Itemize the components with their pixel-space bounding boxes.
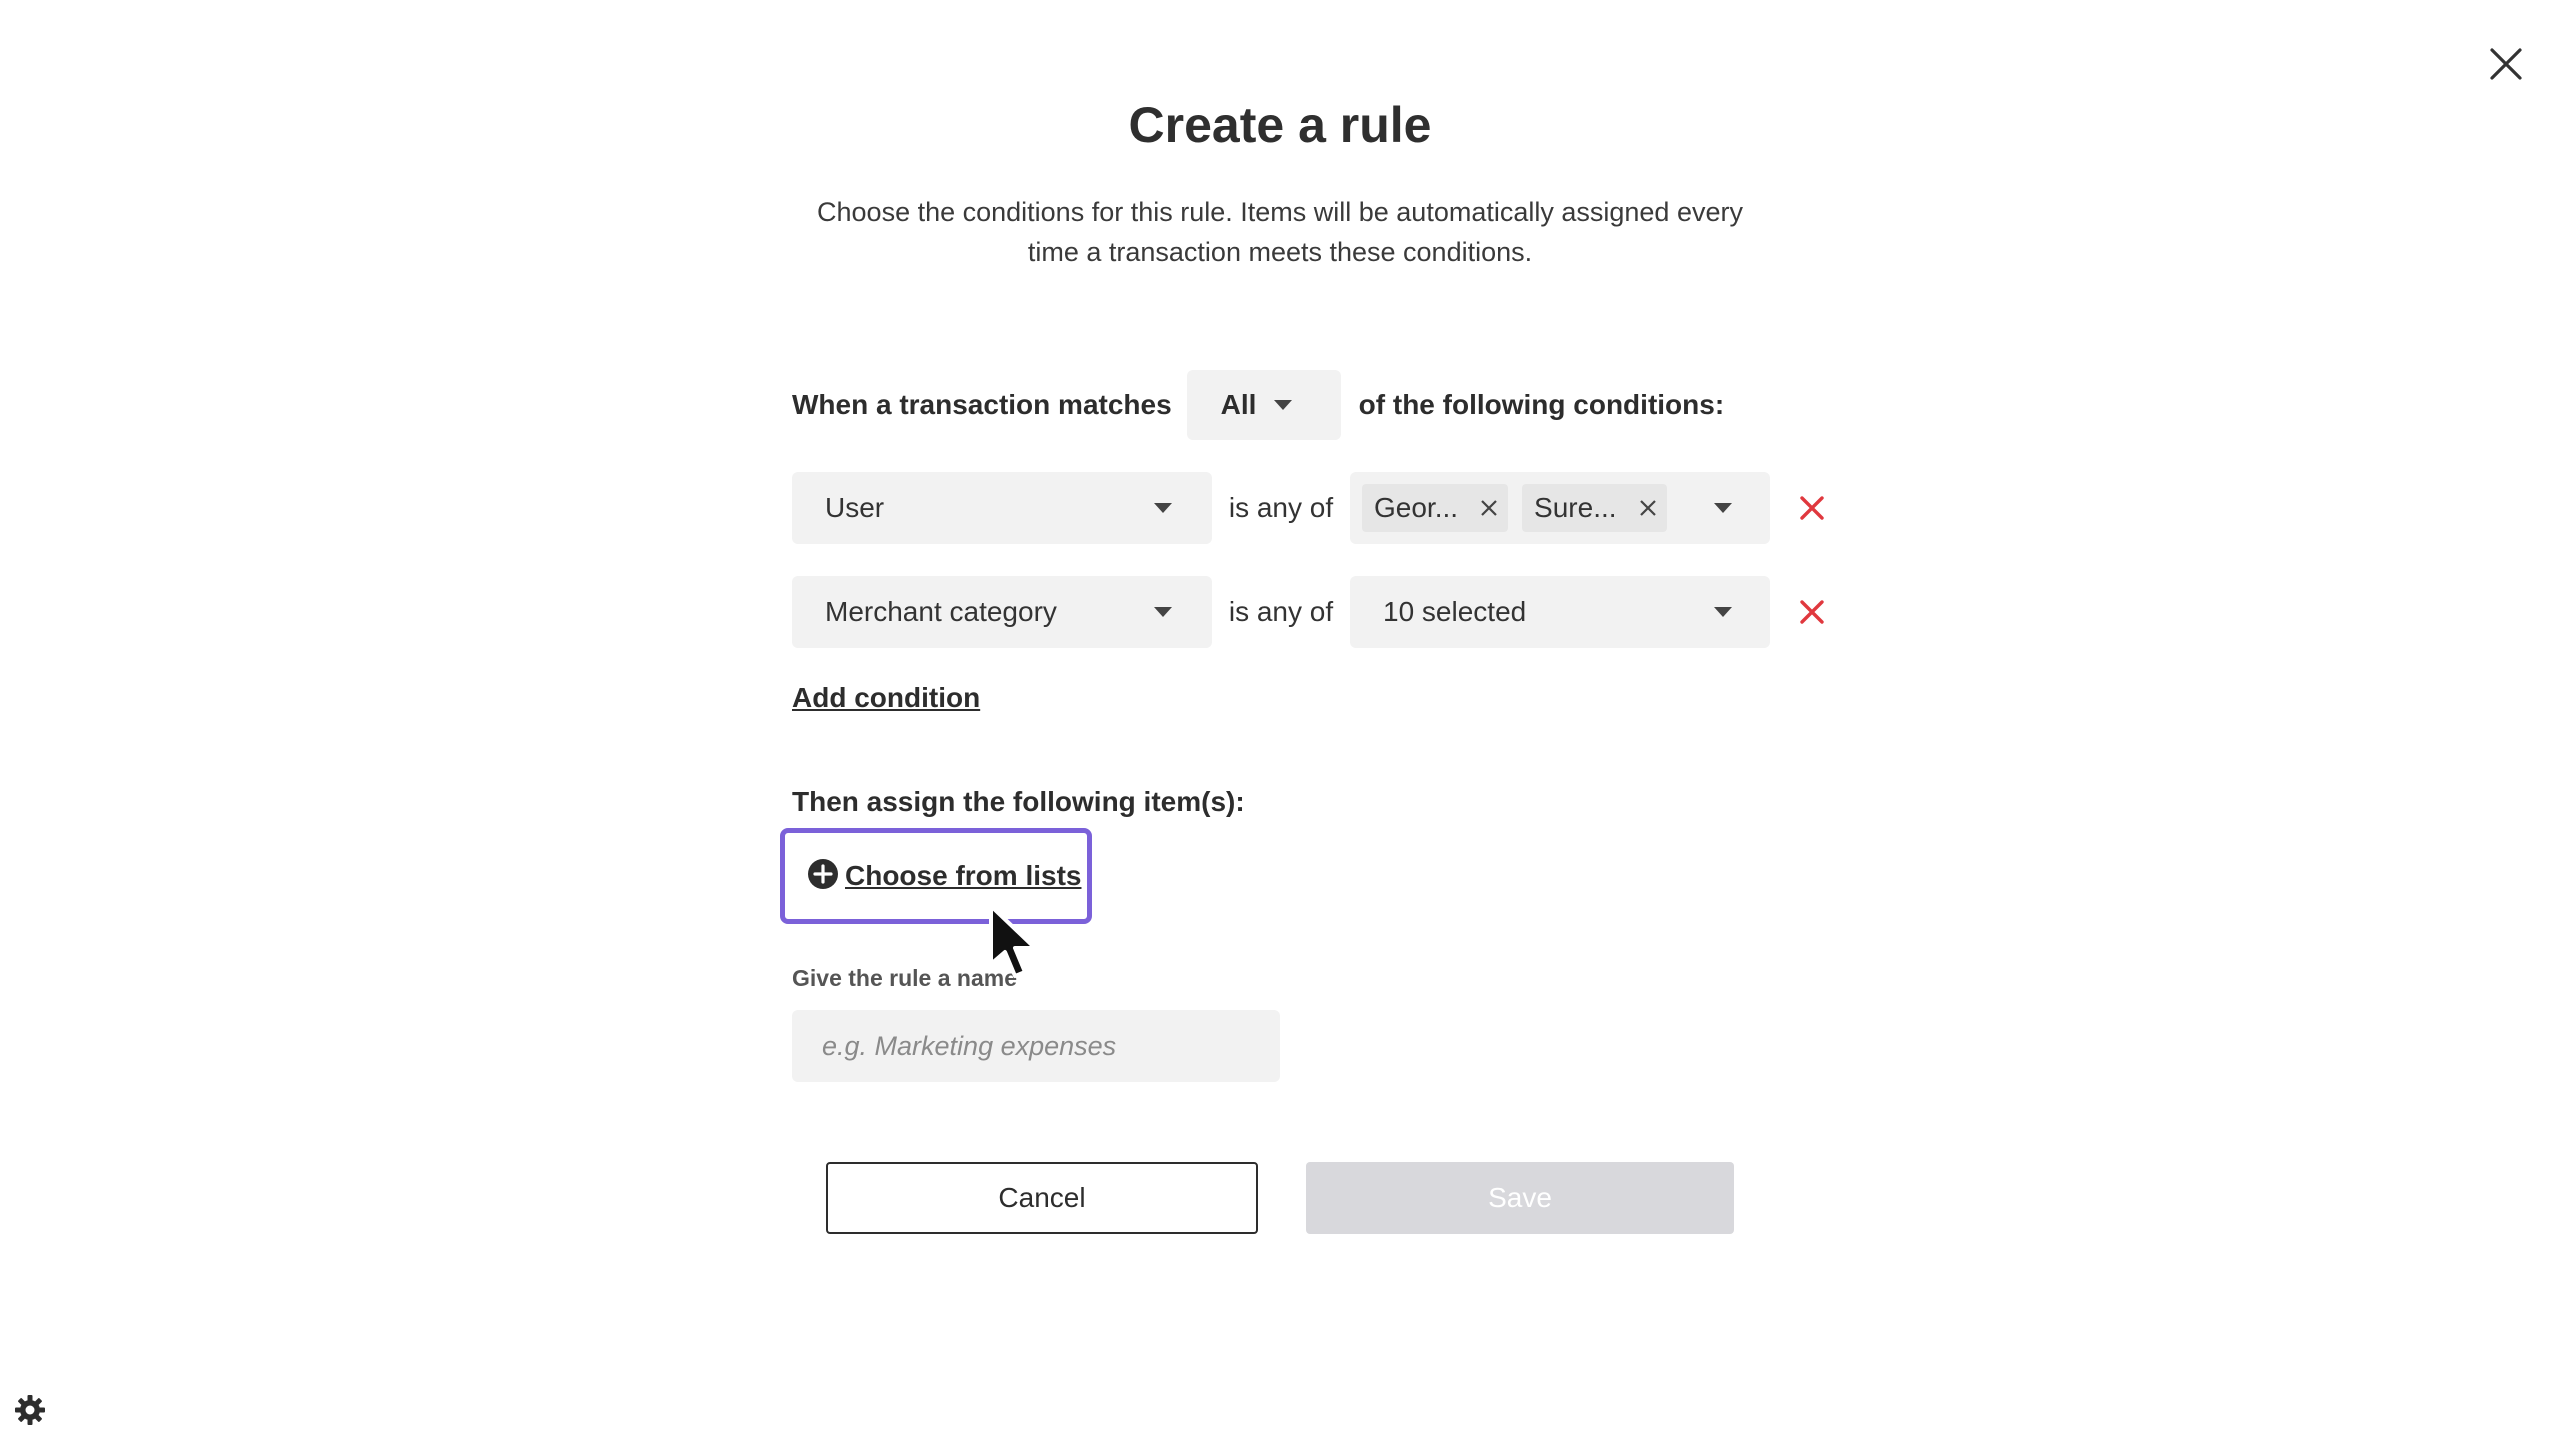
- save-button[interactable]: Save: [1306, 1162, 1734, 1234]
- selected-chip: Geor...: [1362, 484, 1509, 532]
- condition-field-select[interactable]: Merchant category: [792, 576, 1212, 648]
- gear-icon[interactable]: [14, 1394, 46, 1426]
- create-rule-dialog: Create a rule Choose the conditions for …: [0, 0, 2560, 1440]
- condition-value-select[interactable]: 10 selected: [1350, 576, 1770, 648]
- chip-remove-icon[interactable]: [1639, 499, 1657, 517]
- chevron-down-icon: [1714, 503, 1732, 513]
- dialog-title: Create a rule: [1128, 97, 1432, 153]
- chip-label: Geor...: [1374, 492, 1459, 523]
- chevron-down-icon: [1714, 607, 1732, 617]
- condition-field-value: Merchant category: [825, 596, 1057, 627]
- choose-from-lists-button[interactable]: Choose from lists: [780, 828, 1092, 924]
- chevron-down-icon: [1154, 607, 1172, 617]
- close-icon[interactable]: [2478, 36, 2534, 92]
- cancel-button[interactable]: Cancel: [826, 1162, 1258, 1234]
- plus-circle-icon: [807, 858, 839, 895]
- add-condition-link[interactable]: Add condition: [792, 682, 980, 714]
- rule-name-label: Give the rule a name: [792, 965, 1017, 991]
- rule-name-input[interactable]: [792, 1010, 1280, 1082]
- chip-remove-icon[interactable]: [1480, 499, 1498, 517]
- dialog-subtitle: Choose the conditions for this rule. Ite…: [780, 192, 1780, 272]
- subtitle-line-1: Choose the conditions for this rule. Ite…: [817, 197, 1743, 227]
- chevron-down-icon: [1154, 503, 1172, 513]
- condition-operator: is any of: [1228, 596, 1334, 627]
- condition-row: User is any of Geor... Sure...: [792, 472, 1832, 544]
- chevron-down-icon: [1274, 400, 1293, 410]
- condition-operator: is any of: [1228, 492, 1334, 523]
- match-row: When a transaction matches All of the fo…: [792, 370, 1724, 440]
- condition-row: Merchant category is any of 10 selected: [792, 576, 1832, 648]
- remove-condition-icon[interactable]: [1792, 592, 1832, 632]
- remove-condition-icon[interactable]: [1792, 488, 1832, 528]
- match-mode-value: All: [1220, 389, 1257, 420]
- condition-value-select[interactable]: Geor... Sure...: [1350, 472, 1770, 544]
- match-suffix: of the following conditions:: [1358, 389, 1725, 420]
- subtitle-line-2: time a transaction meets these condition…: [1027, 237, 1533, 267]
- chip-label: Sure...: [1534, 492, 1617, 523]
- selected-chip: Sure...: [1522, 484, 1667, 532]
- condition-field-value: User: [825, 492, 885, 523]
- condition-value: 10 selected: [1383, 596, 1527, 627]
- condition-field-select[interactable]: User: [792, 472, 1212, 544]
- match-prefix: When a transaction matches: [792, 389, 1172, 420]
- selected-chips: Geor... Sure...: [1362, 484, 1667, 532]
- assign-items-label: Then assign the following item(s):: [792, 786, 1245, 817]
- match-mode-select[interactable]: All: [1186, 370, 1341, 440]
- choose-from-lists-label: Choose from lists: [845, 860, 1082, 891]
